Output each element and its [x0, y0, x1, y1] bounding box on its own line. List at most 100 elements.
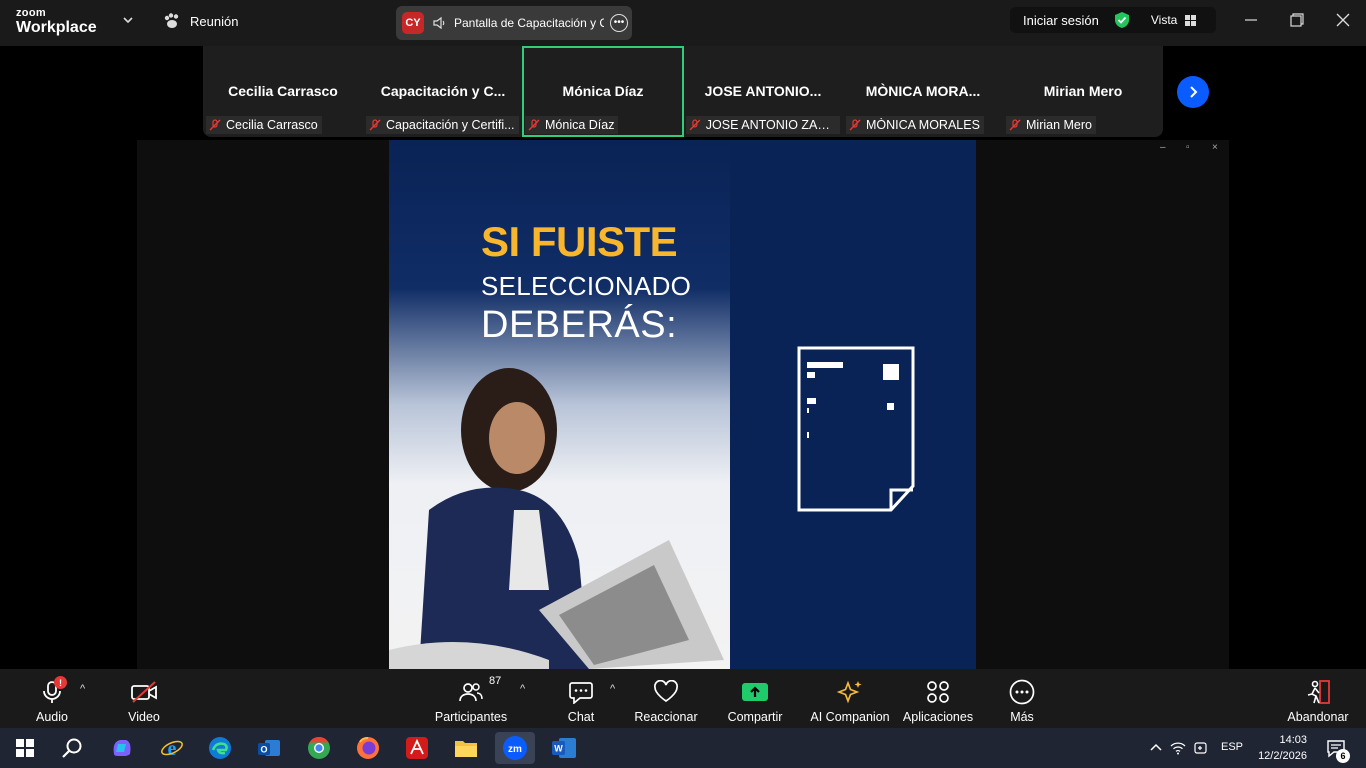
- shield-check-icon[interactable]: [1113, 11, 1131, 29]
- participant-label: Mónica Díaz: [525, 116, 619, 134]
- mic-muted-icon: [209, 119, 221, 131]
- internet-explorer-icon[interactable]: e: [158, 734, 186, 762]
- clock-time: 14:03: [1279, 734, 1307, 746]
- participant-tile[interactable]: Mirian Mero Mirian Mero: [1003, 46, 1163, 137]
- participants-button[interactable]: 87 Participantes: [431, 669, 511, 728]
- grid-icon[interactable]: [1185, 14, 1197, 26]
- participant-label-text: Capacitación y Certifi...: [386, 118, 515, 132]
- meeting-toolbar: ! Audio ^ Video 87 Participantes ^ Chat …: [0, 669, 1366, 728]
- document-icon: [797, 346, 915, 512]
- svg-text:zm: zm: [508, 744, 522, 755]
- more-button[interactable]: Más: [1002, 669, 1042, 728]
- acrobat-icon[interactable]: [403, 734, 431, 762]
- chat-icon: [569, 682, 593, 704]
- participants-label: Participantes: [434, 710, 508, 724]
- participant-name: Mirian Mero: [1043, 83, 1123, 99]
- ai-label: AI Companion: [810, 710, 890, 724]
- next-page-button[interactable]: [1177, 76, 1209, 108]
- leave-label: Abandonar: [1287, 710, 1349, 724]
- chat-label: Chat: [567, 710, 595, 724]
- participants-caret-icon[interactable]: ^: [520, 683, 525, 695]
- title-bar: zoom Workplace Reunión CY Pantalla de Ca…: [0, 0, 1366, 46]
- notification-count: 6: [1336, 749, 1350, 763]
- restore-icon[interactable]: [1289, 12, 1305, 28]
- participant-label: Capacitación y Certifi...: [366, 116, 519, 134]
- chevron-right-icon: [1190, 86, 1198, 98]
- firefox-icon[interactable]: [354, 734, 382, 762]
- audio-caret-icon[interactable]: ^: [80, 683, 85, 695]
- share-screen-icon: [742, 683, 768, 701]
- sharer-avatar: CY: [402, 12, 424, 34]
- participant-name: MÒNICA MORA...: [865, 83, 981, 99]
- share-restore-icon[interactable]: ▫: [1186, 142, 1190, 153]
- person-laptop-illustration: [389, 368, 724, 669]
- leave-button[interactable]: Abandonar: [1286, 669, 1350, 728]
- view-button[interactable]: Vista: [1151, 13, 1177, 27]
- file-explorer-icon[interactable]: [452, 734, 480, 762]
- video-label: Video: [128, 710, 160, 724]
- participant-name: JOSE ANTONIO...: [704, 83, 822, 99]
- word-icon[interactable]: W: [550, 734, 578, 762]
- edge-icon[interactable]: [206, 734, 234, 762]
- battery-plug-icon[interactable]: [1187, 734, 1215, 762]
- more-options-icon[interactable]: •••: [610, 14, 628, 32]
- ai-companion-button[interactable]: AI Companion: [809, 669, 891, 728]
- more-icon: [1009, 679, 1035, 705]
- sparkle-icon: [837, 680, 862, 704]
- participant-tile[interactable]: JOSE ANTONIO... JOSE ANTONIO ZAM...: [683, 46, 843, 137]
- share-label: Compartir: [727, 710, 783, 724]
- zoom-logo[interactable]: zoom Workplace: [16, 8, 97, 36]
- account-area: Iniciar sesión Vista: [1010, 7, 1216, 33]
- chat-caret-icon[interactable]: ^: [610, 683, 615, 695]
- apps-button[interactable]: Aplicaciones: [903, 669, 973, 728]
- participant-tile[interactable]: MÒNICA MORA... MÒNICA MORALES: [843, 46, 1003, 137]
- share-close-icon[interactable]: ×: [1212, 142, 1218, 153]
- heart-icon: [654, 680, 678, 703]
- participant-name: Mónica Díaz: [562, 83, 644, 99]
- windows-taskbar: e O zm W ESP 14:03 12/2/2026 6: [0, 728, 1366, 768]
- react-button[interactable]: Reaccionar: [631, 669, 701, 728]
- participant-tile[interactable]: Cecilia Carrasco Cecilia Carrasco: [203, 46, 363, 137]
- meeting-info-button[interactable]: Reunión: [163, 13, 238, 29]
- chat-button[interactable]: Chat: [556, 669, 606, 728]
- language-indicator[interactable]: ESP: [1221, 741, 1243, 753]
- participant-label: JOSE ANTONIO ZAM...: [686, 116, 840, 134]
- copilot-icon[interactable]: [108, 734, 136, 762]
- logo-bottom: Workplace: [16, 19, 97, 36]
- minimize-icon[interactable]: [1243, 12, 1259, 28]
- clock[interactable]: 14:03 12/2/2026: [1255, 732, 1307, 764]
- chevron-down-icon[interactable]: [121, 13, 135, 27]
- shared-slide: SI FUISTE SELECCIONADO DEBERÁS:: [389, 140, 976, 669]
- slide-heading-2: SELECCIONADO: [481, 271, 692, 301]
- search-icon[interactable]: [58, 734, 86, 762]
- participant-label: MÒNICA MORALES: [846, 116, 984, 134]
- chrome-icon[interactable]: [305, 734, 333, 762]
- svg-text:O: O: [260, 745, 267, 755]
- react-label: Reaccionar: [634, 710, 698, 724]
- notifications-icon[interactable]: 6: [1322, 734, 1350, 763]
- leave-icon: [1307, 680, 1330, 704]
- screen-share-pill[interactable]: CY Pantalla de Capacitación y C •••: [396, 6, 632, 40]
- share-title: Pantalla de Capacitación y C: [454, 16, 604, 30]
- speaker-icon: [433, 16, 445, 30]
- outlook-icon[interactable]: O: [255, 734, 283, 762]
- participant-tile[interactable]: Capacitación y C... Capacitación y Certi…: [363, 46, 523, 137]
- clock-date: 12/2/2026: [1258, 750, 1307, 762]
- close-icon[interactable]: [1335, 12, 1351, 28]
- audio-button[interactable]: ! Audio: [22, 669, 82, 728]
- mic-muted-icon: [369, 119, 381, 131]
- participant-tile-active[interactable]: Mónica Díaz Mónica Díaz: [522, 46, 684, 137]
- video-button[interactable]: Video: [114, 669, 174, 728]
- slide-heading-3: DEBERÁS:: [481, 304, 678, 346]
- svg-text:W: W: [554, 744, 563, 754]
- windows-start-icon[interactable]: [11, 734, 39, 762]
- share-minimize-icon[interactable]: –: [1160, 142, 1166, 153]
- logo-top: zoom: [16, 7, 46, 19]
- signin-button[interactable]: Iniciar sesión: [1023, 13, 1099, 28]
- apps-label: Aplicaciones: [902, 710, 974, 724]
- paw-icon: [164, 13, 179, 28]
- participant-label-text: MÒNICA MORALES: [866, 118, 980, 132]
- zoom-taskbar-icon[interactable]: zm: [495, 732, 535, 764]
- participant-label: Mirian Mero: [1006, 116, 1096, 134]
- share-screen-button[interactable]: Compartir: [722, 669, 788, 728]
